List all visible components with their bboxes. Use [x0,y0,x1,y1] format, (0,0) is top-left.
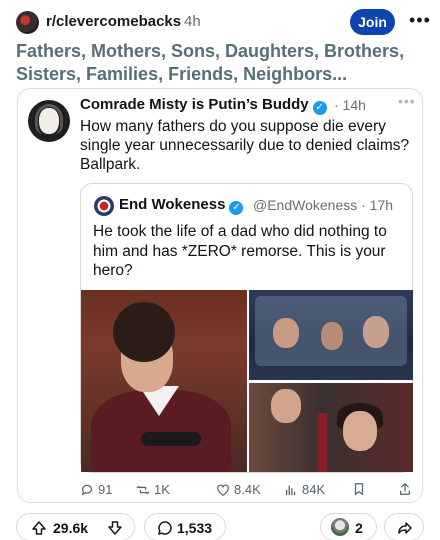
share-tweet-action [398,482,412,496]
verified-badge-icon: ✓ [229,201,244,215]
retweet-count: 1K [154,482,170,497]
tweet-author-label: Comrade Misty is Putin’s Buddy [80,96,309,113]
quoted-author-name: End Wokeness ✓ [119,196,244,215]
downvote-icon[interactable] [107,520,123,536]
tweet-age: · 14h [334,97,366,113]
vote-count: 29.6k [53,520,89,536]
comments-button[interactable]: 1,533 [144,513,226,540]
retweet-icon [136,485,150,494]
retweet-action: 1K [136,482,170,497]
award-button[interactable]: 2 [320,513,377,540]
tweet-actions: 91 1K 8.4K 84K [80,482,416,500]
tweet-more-icon: ••• [398,93,416,109]
reply-icon [81,484,92,496]
bookmark-icon [354,483,364,496]
tweet-author-name: Comrade Misty is Putin’s Buddy ✓ [80,96,327,115]
reply-action: 91 [80,482,112,497]
upvote-icon[interactable] [31,520,47,536]
subreddit-name[interactable]: r/clevercomebacks [46,13,181,30]
quoted-author-handle: @EndWokeness · 17h [253,197,394,213]
like-count: 8.4K [234,482,261,497]
reply-count: 91 [98,482,113,497]
upload-icon [400,482,410,495]
vote-control: 29.6k [16,513,135,540]
verified-badge-icon: ✓ [312,101,327,115]
views-icon [285,485,296,495]
like-action: 8.4K [216,482,261,497]
bookmark-action [352,482,366,496]
quoted-author-label: End Wokeness [119,196,226,213]
quoted-author-avatar [94,196,114,216]
join-button[interactable]: Join [350,9,395,35]
share-button[interactable] [384,513,424,540]
award-count: 2 [355,520,363,536]
quoted-photo-3 [249,383,413,472]
tweet-author-avatar [28,100,70,142]
tweet-text: How many fathers do you suppose die ever… [80,118,410,173]
heart-icon [217,484,229,496]
views-count: 84K [302,482,326,497]
more-options-icon[interactable]: ••• [409,10,431,31]
quoted-photo-1 [81,290,247,472]
comment-count: 1,533 [177,520,213,536]
quoted-photo-2 [249,290,413,380]
subreddit-avatar[interactable] [16,11,39,34]
views-action: 84K [284,482,325,497]
post-header: r/clevercomebacks 4h Join ••• [0,0,440,40]
comment-icon [157,521,172,536]
award-icon [331,518,349,536]
share-icon [398,522,412,534]
quoted-tweet-text: He took the life of a dad who did nothin… [93,223,387,279]
post-title[interactable]: Fathers, Mothers, Sons, Daughters, Broth… [16,40,426,86]
post-age: 4h [184,13,201,30]
